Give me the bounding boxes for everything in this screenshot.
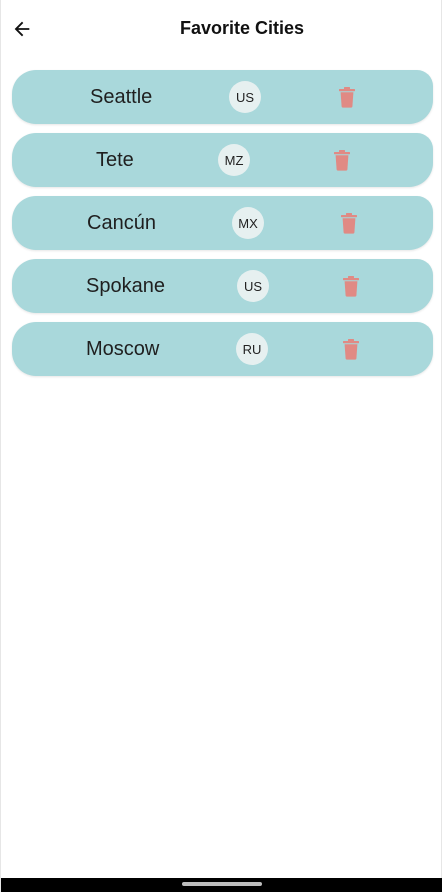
city-name: Tete [96, 148, 134, 171]
city-card[interactable]: Seattle US [12, 70, 433, 124]
delete-button[interactable] [331, 148, 353, 172]
delete-button[interactable] [336, 85, 358, 109]
city-name: Seattle [90, 85, 153, 108]
system-navigation-bar [1, 878, 442, 892]
country-code-badge: US [229, 81, 261, 113]
trash-icon [334, 150, 350, 171]
app-screen: Favorite Cities Seattle US Tete MZ Cancú… [0, 0, 442, 892]
city-card[interactable]: Cancún MX [12, 196, 433, 250]
trash-icon [341, 213, 357, 234]
trash-icon [339, 87, 355, 108]
delete-button[interactable] [340, 274, 362, 298]
city-card[interactable]: Spokane US [12, 259, 433, 313]
delete-button[interactable] [340, 337, 362, 361]
city-card[interactable]: Tete MZ [12, 133, 433, 187]
city-name: Spokane [86, 274, 165, 297]
delete-button[interactable] [338, 211, 360, 235]
home-indicator[interactable] [182, 882, 262, 886]
page-title: Favorite Cities [179, 18, 305, 38]
city-card[interactable]: Moscow RU [12, 322, 433, 376]
country-code-badge: MX [232, 207, 264, 239]
app-bar: Favorite Cities [1, 0, 442, 62]
favorite-cities-list: Seattle US Tete MZ Cancún MX Spokane US … [12, 70, 433, 385]
country-code-badge: RU [236, 333, 268, 365]
trash-icon [343, 339, 359, 360]
city-name: Moscow [86, 337, 160, 360]
city-name: Cancún [87, 211, 156, 234]
country-code-badge: US [237, 270, 269, 302]
country-code-badge: MZ [218, 144, 250, 176]
trash-icon [343, 276, 359, 297]
